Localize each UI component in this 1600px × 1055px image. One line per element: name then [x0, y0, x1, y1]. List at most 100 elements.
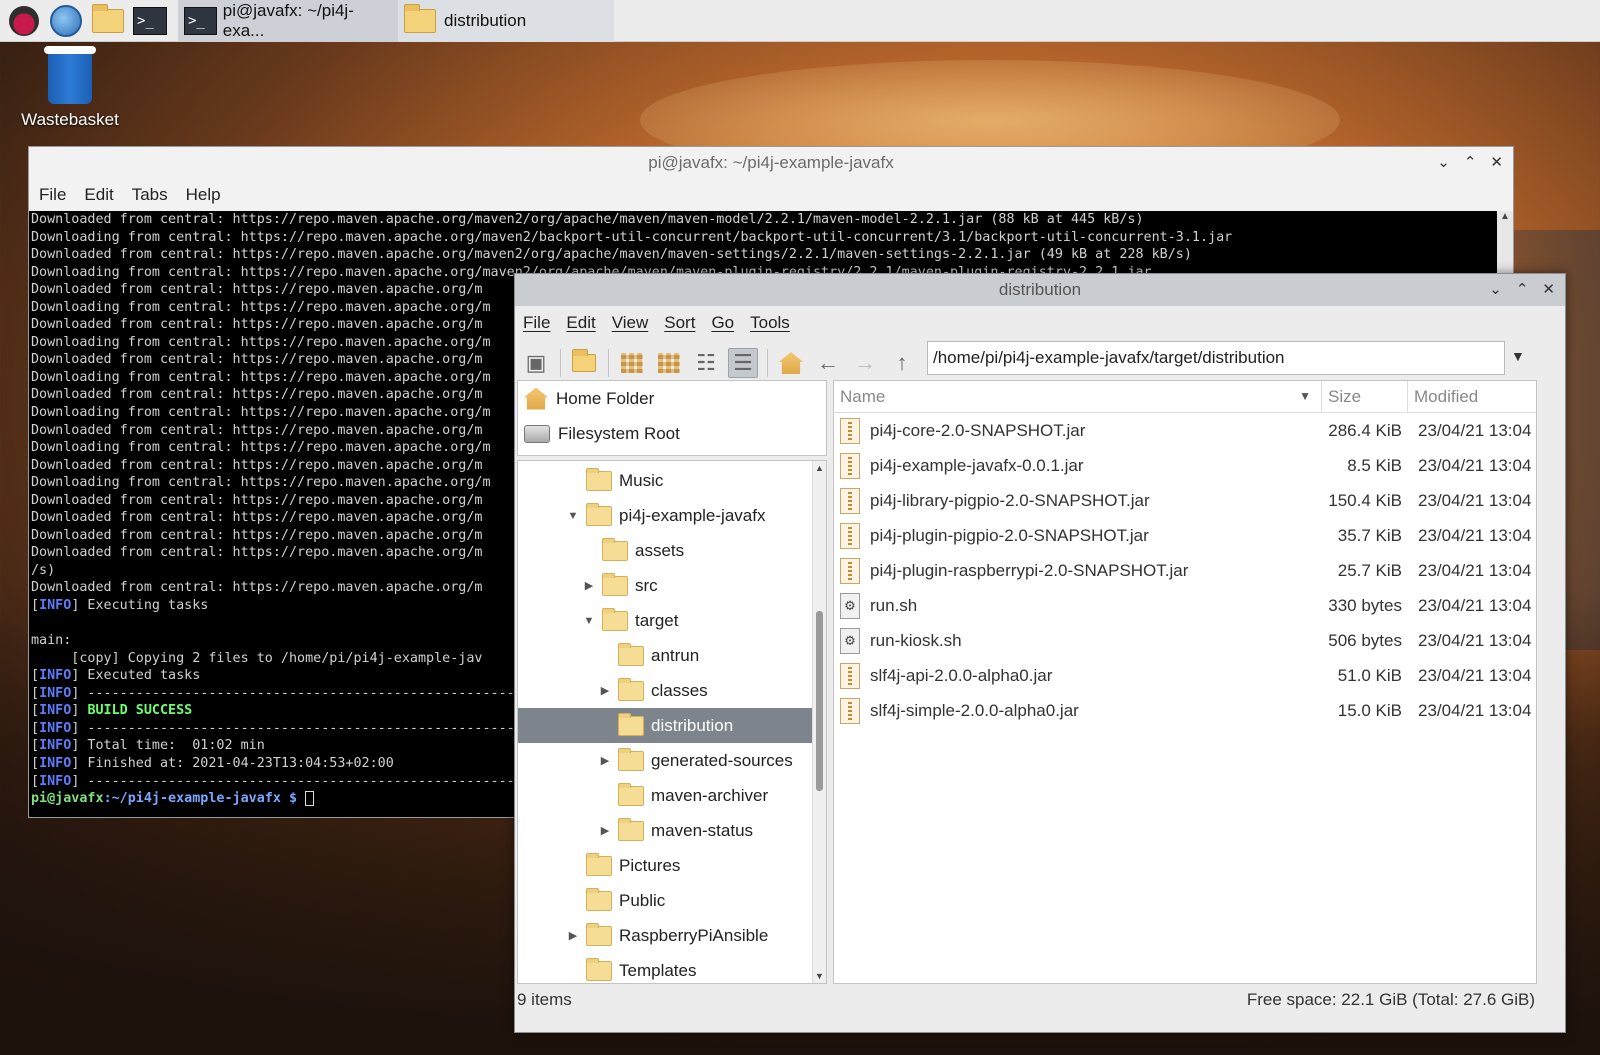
minimize-icon[interactable]: ⌄	[1489, 280, 1502, 298]
list-view-icon[interactable]: ☰	[728, 348, 758, 378]
collapse-arrow-icon[interactable]: ▼	[582, 615, 596, 627]
tree-item[interactable]: ▼ target	[518, 603, 826, 638]
file-modified: 23/04/21 13:04	[1418, 420, 1532, 440]
expand-arrow-icon[interactable]: ▶	[582, 579, 596, 592]
minimize-icon[interactable]: ⌄	[1437, 153, 1450, 171]
taskbar-task-terminal[interactable]: >_ pi@javafx: ~/pi4j-exa...	[178, 0, 398, 42]
menu-sort[interactable]: Sort	[664, 313, 695, 333]
file-row[interactable]: ⚙ run.sh 330 bytes 23/04/21 13:04	[834, 588, 1536, 623]
tree-item[interactable]: antrun	[518, 638, 826, 673]
folder-icon	[618, 642, 644, 666]
home-icon[interactable]	[776, 348, 806, 378]
new-window-icon[interactable]: ▣	[521, 348, 551, 378]
tree-item[interactable]: maven-archiver	[518, 778, 826, 813]
file-row[interactable]: slf4j-api-2.0.0-alpha0.jar 51.0 KiB 23/04/…	[834, 658, 1536, 693]
folder-icon	[618, 712, 644, 736]
menu-view[interactable]: View	[612, 313, 649, 333]
menu-edit[interactable]: Edit	[566, 313, 595, 333]
jar-file-icon	[840, 522, 860, 549]
desktop-icon-label: Wastebasket	[21, 110, 119, 129]
file-row[interactable]: pi4j-plugin-pigpio-2.0-SNAPSHOT.jar 35.7 …	[834, 518, 1536, 553]
file-size: 25.7 KiB	[1337, 560, 1402, 580]
menu-file[interactable]: File	[39, 185, 66, 205]
tree-item[interactable]: ▶ maven-status	[518, 813, 826, 848]
tree-item[interactable]: assets	[518, 533, 826, 568]
file-row[interactable]: pi4j-library-pigpio-2.0-SNAPSHOT.jar 150.…	[834, 483, 1536, 518]
column-header-name[interactable]: Name ▼	[834, 381, 1322, 412]
scrollbar-thumb[interactable]	[816, 611, 823, 791]
compact-view-icon[interactable]: ☷	[691, 348, 721, 378]
close-icon[interactable]: ✕	[1490, 153, 1503, 171]
status-bar: 9 items Free space: 22.1 GiB (Total: 27.…	[515, 986, 1565, 1014]
collapse-arrow-icon[interactable]: ▼	[566, 510, 580, 522]
new-folder-icon[interactable]	[569, 348, 599, 378]
expand-arrow-icon[interactable]: ▶	[566, 929, 580, 942]
jar-file-icon	[840, 557, 860, 584]
maximize-icon[interactable]: ⌃	[1516, 280, 1529, 298]
file-row[interactable]: pi4j-plugin-raspberrypi-2.0-SNAPSHOT.jar…	[834, 553, 1536, 588]
close-icon[interactable]: ✕	[1542, 280, 1555, 298]
jar-file-icon	[840, 697, 860, 724]
file-row[interactable]: pi4j-example-javafx-0.0.1.jar 8.5 KiB 23/0…	[834, 448, 1536, 483]
tree-item[interactable]: Public	[518, 883, 826, 918]
raspberry-pi-menu-icon[interactable]	[6, 3, 42, 39]
maximize-icon[interactable]: ⌃	[1464, 153, 1477, 171]
icon-view-icon[interactable]	[654, 348, 684, 378]
taskbar-task-distribution[interactable]: distribution	[398, 0, 614, 42]
file-manager-menubar: File Edit View Sort Go Tools	[515, 306, 1565, 340]
tree-item[interactable]: ▶ src	[518, 568, 826, 603]
file-modified: 23/04/21 13:04	[1418, 700, 1532, 720]
column-header-modified[interactable]: Modified	[1408, 381, 1478, 412]
path-input[interactable]: /home/pi/pi4j-example-javafx/target/dist…	[927, 341, 1505, 375]
tree-item[interactable]: Templates	[518, 953, 826, 983]
forward-arrow-icon[interactable]: →	[850, 348, 880, 378]
file-name: pi4j-example-javafx-0.0.1.jar	[870, 455, 1084, 475]
tree-item[interactable]: Music	[518, 463, 826, 498]
up-arrow-icon[interactable]: ↑	[887, 348, 917, 378]
file-row[interactable]: pi4j-core-2.0-SNAPSHOT.jar 286.4 KiB 23/04…	[834, 413, 1536, 448]
tree-item[interactable]: Pictures	[518, 848, 826, 883]
file-row[interactable]: ⚙ run-kiosk.sh 506 bytes 23/04/21 13:04	[834, 623, 1536, 658]
folder-icon	[618, 677, 644, 701]
folder-icon	[586, 887, 612, 911]
place-label: Filesystem Root	[558, 423, 680, 443]
tree-scrollbar[interactable]: ▲ ▼	[812, 461, 826, 983]
place-filesystem-root[interactable]: Filesystem Root	[518, 416, 826, 451]
menu-help[interactable]: Help	[186, 185, 221, 205]
expand-arrow-icon[interactable]: ▶	[598, 824, 612, 837]
terminal-icon[interactable]: >_	[132, 3, 168, 39]
scroll-up-icon[interactable]: ▲	[815, 463, 824, 473]
menu-file[interactable]: File	[523, 313, 550, 333]
menu-edit[interactable]: Edit	[84, 185, 113, 205]
tree-item[interactable]: ▶ generated-sources	[518, 743, 826, 778]
file-row[interactable]: slf4j-simple-2.0.0-alpha0.jar 15.0 KiB 23/…	[834, 693, 1536, 728]
window-titlebar[interactable]: pi@javafx: ~/pi4j-example-javafx ⌄ ⌃ ✕	[29, 147, 1513, 179]
expand-arrow-icon[interactable]: ▶	[598, 684, 612, 697]
column-header-size[interactable]: Size	[1322, 381, 1408, 412]
scroll-down-icon[interactable]: ▼	[815, 971, 824, 981]
tree-item[interactable]: ▼ pi4j-example-javafx	[518, 498, 826, 533]
place-home-folder[interactable]: Home Folder	[518, 381, 826, 416]
folder-icon	[618, 817, 644, 841]
task-label: distribution	[444, 10, 527, 30]
window-titlebar[interactable]: distribution ⌄ ⌃ ✕	[515, 274, 1565, 306]
tree-item[interactable]: distribution	[518, 708, 826, 743]
file-size: 330 bytes	[1328, 595, 1402, 615]
toolbar-separator	[608, 349, 609, 377]
file-size: 8.5 KiB	[1347, 455, 1402, 475]
file-name: pi4j-library-pigpio-2.0-SNAPSHOT.jar	[870, 490, 1150, 510]
file-manager-icon[interactable]	[90, 3, 126, 39]
menu-go[interactable]: Go	[711, 313, 734, 333]
web-browser-icon[interactable]	[48, 3, 84, 39]
desktop-icon-wastebasket[interactable]: Wastebasket	[18, 46, 122, 130]
drive-icon	[524, 424, 550, 443]
menu-tools[interactable]: Tools	[750, 313, 790, 333]
tree-item[interactable]: ▶ RaspberryPiAnsible	[518, 918, 826, 953]
menu-tabs[interactable]: Tabs	[132, 185, 168, 205]
chevron-down-icon[interactable]: ▼	[1511, 348, 1525, 364]
expand-arrow-icon[interactable]: ▶	[598, 754, 612, 767]
folder-icon	[586, 502, 612, 526]
thumbnail-view-icon[interactable]	[617, 348, 647, 378]
back-arrow-icon[interactable]: ←	[813, 348, 843, 378]
tree-item[interactable]: ▶ classes	[518, 673, 826, 708]
